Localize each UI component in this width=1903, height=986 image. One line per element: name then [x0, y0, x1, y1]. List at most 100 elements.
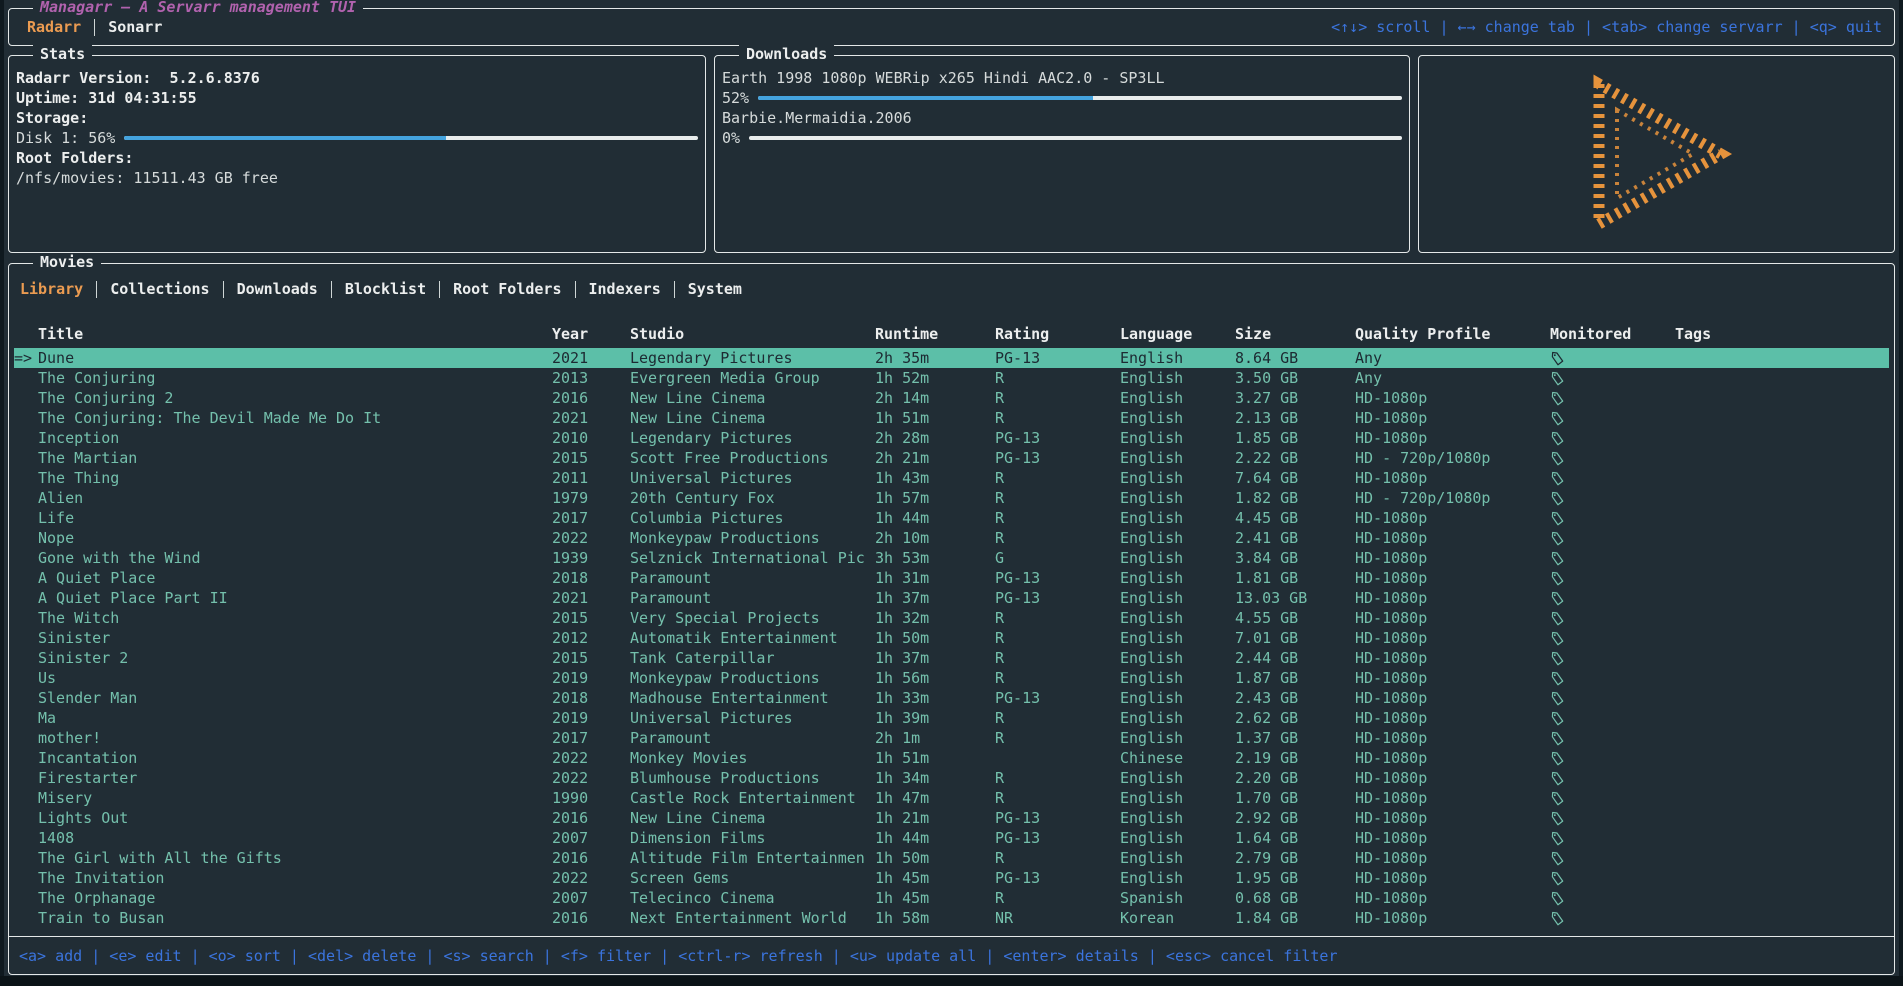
cell-size: 3.50 GB	[1235, 369, 1355, 387]
cell-year: 1990	[552, 789, 630, 807]
table-row[interactable]: Lights Out 2016 New Line Cinema 1h 21m P…	[14, 808, 1889, 828]
cell-runtime: 1h 50m	[875, 849, 995, 867]
cell-monitored	[1550, 549, 1675, 567]
cell-language: English	[1120, 609, 1235, 627]
tab-collections[interactable]: Collections	[97, 280, 222, 298]
table-row[interactable]: The Conjuring 2 2016 New Line Cinema 2h …	[14, 388, 1889, 408]
cell-monitored	[1550, 369, 1675, 387]
table-row[interactable]: Train to Busan 2016 Next Entertainment W…	[14, 908, 1889, 928]
download-percent-label: 0%	[722, 129, 740, 147]
cell-title: The Invitation	[38, 869, 552, 887]
cell-monitored	[1550, 449, 1675, 467]
table-row[interactable]: Misery 1990 Castle Rock Entertainment 1h…	[14, 788, 1889, 808]
table-row[interactable]: The Martian 2015 Scott Free Productions …	[14, 448, 1889, 468]
cell-rating: R	[995, 789, 1120, 807]
cell-title: Nope	[38, 529, 552, 547]
monitored-tag-icon	[1550, 890, 1566, 906]
cell-quality-profile: HD-1080p	[1355, 769, 1550, 787]
cell-monitored	[1550, 609, 1675, 627]
cell-monitored	[1550, 649, 1675, 667]
cell-language: English	[1120, 809, 1235, 827]
tab-library[interactable]: Library	[14, 280, 96, 298]
table-row[interactable]: The Orphanage 2007 Telecinco Cinema 1h 4…	[14, 888, 1889, 908]
cell-quality-profile: HD-1080p	[1355, 649, 1550, 667]
table-row[interactable]: The Conjuring 2013 Evergreen Media Group…	[14, 368, 1889, 388]
table-row[interactable]: Nope 2022 Monkeypaw Productions 2h 10m R…	[14, 528, 1889, 548]
tab-blocklist[interactable]: Blocklist	[332, 280, 439, 298]
downloads-panel: Downloads Earth 1998 1080p WEBRip x265 H…	[714, 55, 1410, 253]
cell-year: 2022	[552, 869, 630, 887]
cell-runtime: 2h 1m	[875, 729, 995, 747]
table-row[interactable]: The Invitation 2022 Screen Gems 1h 45m P…	[14, 868, 1889, 888]
tab-indexers[interactable]: Indexers	[576, 280, 674, 298]
cell-studio: Altitude Film Entertainmen	[630, 849, 875, 867]
table-row[interactable]: Sinister 2 2015 Tank Caterpillar 1h 37m …	[14, 648, 1889, 668]
cell-rating: R	[995, 629, 1120, 647]
cell-quality-profile: HD-1080p	[1355, 629, 1550, 647]
cell-title: Life	[38, 509, 552, 527]
table-row[interactable]: The Thing 2011 Universal Pictures 1h 43m…	[14, 468, 1889, 488]
cell-rating: R	[995, 509, 1120, 527]
monitored-tag-icon	[1550, 410, 1566, 426]
table-row[interactable]: Us 2019 Monkeypaw Productions 1h 56m R E…	[14, 668, 1889, 688]
cell-year: 2018	[552, 689, 630, 707]
cell-language: English	[1120, 729, 1235, 747]
cell-quality-profile: HD-1080p	[1355, 469, 1550, 487]
cell-year: 2016	[552, 389, 630, 407]
tab-downloads[interactable]: Downloads	[224, 280, 331, 298]
cell-title: The Conjuring: The Devil Made Me Do It	[38, 409, 552, 427]
cell-title: The Witch	[38, 609, 552, 627]
cell-runtime: 1h 32m	[875, 609, 995, 627]
cell-quality-profile: HD - 720p/1080p	[1355, 449, 1550, 467]
cell-size: 2.22 GB	[1235, 449, 1355, 467]
table-row[interactable]: => Dune 2021 Legendary Pictures 2h 35m P…	[14, 348, 1889, 368]
table-row[interactable]: 1408 2007 Dimension Films 1h 44m PG-13 E…	[14, 828, 1889, 848]
downloads-panel-title: Downloads	[739, 45, 834, 63]
tab-system[interactable]: System	[675, 280, 755, 298]
cell-year: 2022	[552, 529, 630, 547]
cell-rating: PG-13	[995, 869, 1120, 887]
table-row[interactable]: Incantation 2022 Monkey Movies 1h 51m Ch…	[14, 748, 1889, 768]
tab-radarr[interactable]: Radarr	[21, 18, 94, 36]
table-row[interactable]: The Witch 2015 Very Special Projects 1h …	[14, 608, 1889, 628]
table-row[interactable]: Inception 2010 Legendary Pictures 2h 28m…	[14, 428, 1889, 448]
cell-year: 2015	[552, 649, 630, 667]
radarr-version: Radarr Version: 5.2.6.8376	[16, 68, 698, 88]
cell-year: 1939	[552, 549, 630, 567]
column-header-monitored: Monitored	[1550, 325, 1675, 343]
table-row[interactable]: Slender Man 2018 Madhouse Entertainment …	[14, 688, 1889, 708]
table-row[interactable]: Gone with the Wind 1939 Selznick Interna…	[14, 548, 1889, 568]
cell-quality-profile: HD-1080p	[1355, 529, 1550, 547]
table-row[interactable]: Alien 1979 20th Century Fox 1h 57m R Eng…	[14, 488, 1889, 508]
cell-studio: Monkeypaw Productions	[630, 529, 875, 547]
cell-title: Ma	[38, 709, 552, 727]
column-header-language: Language	[1120, 325, 1235, 343]
cell-size: 7.01 GB	[1235, 629, 1355, 647]
cell-title: Firestarter	[38, 769, 552, 787]
cell-runtime: 1h 37m	[875, 649, 995, 667]
monitored-tag-icon	[1550, 530, 1566, 546]
table-row[interactable]: Ma 2019 Universal Pictures 1h 39m R Engl…	[14, 708, 1889, 728]
cell-runtime: 1h 44m	[875, 829, 995, 847]
cell-language: English	[1120, 429, 1235, 447]
movies-keybinds: <a> add | <e> edit | <o> sort | <del> de…	[19, 947, 1338, 965]
table-row[interactable]: A Quiet Place 2018 Paramount 1h 31m PG-1…	[14, 568, 1889, 588]
tab-root-folders[interactable]: Root Folders	[440, 280, 574, 298]
table-row[interactable]: The Girl with All the Gifts 2016 Altitud…	[14, 848, 1889, 868]
table-row[interactable]: Firestarter 2022 Blumhouse Productions 1…	[14, 768, 1889, 788]
cell-rating: R	[995, 849, 1120, 867]
table-row[interactable]: mother! 2017 Paramount 2h 1m R English 1…	[14, 728, 1889, 748]
cell-studio: Paramount	[630, 729, 875, 747]
tab-sonarr[interactable]: Sonarr	[95, 18, 175, 36]
cell-studio: Blumhouse Productions	[630, 769, 875, 787]
cell-rating: R	[995, 889, 1120, 907]
table-row[interactable]: The Conjuring: The Devil Made Me Do It 2…	[14, 408, 1889, 428]
cell-rating: PG-13	[995, 429, 1120, 447]
cell-title: A Quiet Place Part II	[38, 589, 552, 607]
cell-studio: Scott Free Productions	[630, 449, 875, 467]
monitored-tag-icon	[1550, 450, 1566, 466]
table-row[interactable]: A Quiet Place Part II 2021 Paramount 1h …	[14, 588, 1889, 608]
cell-year: 2017	[552, 729, 630, 747]
table-row[interactable]: Life 2017 Columbia Pictures 1h 44m R Eng…	[14, 508, 1889, 528]
table-row[interactable]: Sinister 2012 Automatik Entertainment 1h…	[14, 628, 1889, 648]
